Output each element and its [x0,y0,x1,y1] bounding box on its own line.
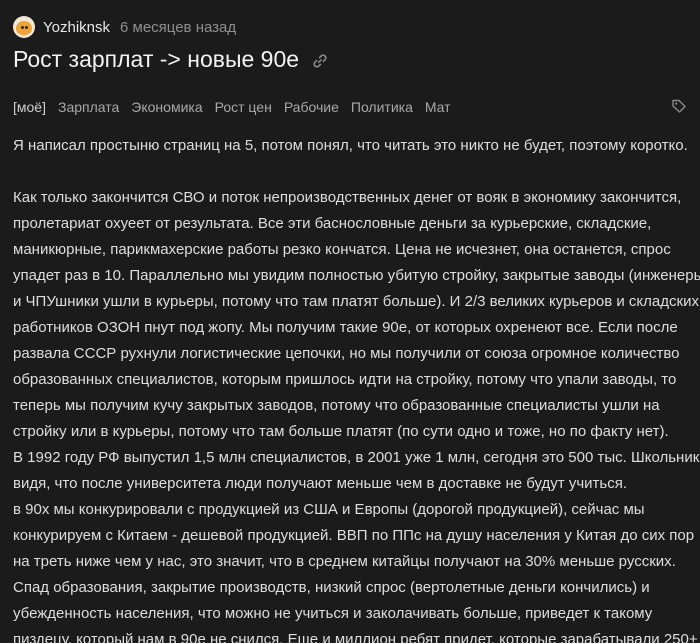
tag-icon[interactable] [671,98,687,114]
user-avatar[interactable] [13,16,35,38]
paragraph-line: образованных специалистов, которым пришл… [13,371,677,388]
paragraph-line: работников ОЗОН пнут под жопу. Мы получи… [13,319,678,336]
title-row: Рост зарплат -> новые 90е [13,46,328,73]
paragraph-line: пиздецу, который нам в 90е не снился. Ещ… [13,631,698,643]
tag-economy[interactable]: Экономика [131,99,202,115]
paragraph-line: видя, что после университета люди получа… [13,475,628,492]
link-icon[interactable] [312,53,328,69]
post-time[interactable]: 6 месяцев назад [120,19,236,36]
paragraph-line: Я написал простыню страниц на 5, потом п… [13,137,688,154]
paragraph-line: и ЧПУшники ушли в курьеры, потому что та… [13,293,699,310]
tag-moe[interactable]: [моё] [13,99,46,115]
paragraph-line: упадет раз в 10. Параллельно мы увидим п… [13,267,700,284]
paragraph-line: убежденность населения, что можно не учи… [13,605,653,622]
story-header: Yozhiknsk 6 месяцев назад [13,15,236,39]
paragraph-line: в 90х мы конкурировали с продукцией из С… [13,501,645,518]
paragraph-line: стройку или в курьеры, потому что там бо… [13,423,669,440]
paragraph-line: теперь мы получим кучу закрытых заводов,… [13,397,660,414]
author-name[interactable]: Yozhiknsk [43,19,110,36]
paragraph-line: Как только закончится СВО и поток непрои… [13,189,682,206]
tag-workers[interactable]: Рабочие [284,99,339,115]
tag-salary[interactable]: Зарплата [58,99,119,115]
tag-price-growth[interactable]: Рост цен [215,99,272,115]
avatar-eye-right [25,26,28,29]
story-content: Я написал простыню страниц на 5, потом п… [13,133,700,643]
story-card: Yozhiknsk 6 месяцев назад Рост зарплат -… [0,0,700,643]
paragraph-line: на треть ниже чем у нас, это значит, что… [13,553,676,570]
paragraph-line: развала СССР рухнули логистические цепоч… [13,345,680,362]
paragraph-line: конкурируем с Китаем - дешевой продукцие… [13,527,695,544]
avatar-face [16,21,32,35]
tag-mat[interactable]: Мат [425,99,451,115]
tag-politics[interactable]: Политика [351,99,413,115]
tags-row: [моё] Зарплата Экономика Рост цен Рабочи… [13,96,687,118]
paragraph-line: В 1992 году РФ выпустил 1,5 млн специали… [13,449,700,466]
story-title[interactable]: Рост зарплат -> новые 90е [13,46,299,73]
avatar-eye-left [21,26,24,29]
paragraph-line: маникюрные, парикмахерские работы резко … [13,241,671,258]
paragraph-line: Спад образования, закрытие производств, … [13,579,650,596]
paragraph-line: пролетариат охуеет от результата. Все эт… [13,215,652,232]
